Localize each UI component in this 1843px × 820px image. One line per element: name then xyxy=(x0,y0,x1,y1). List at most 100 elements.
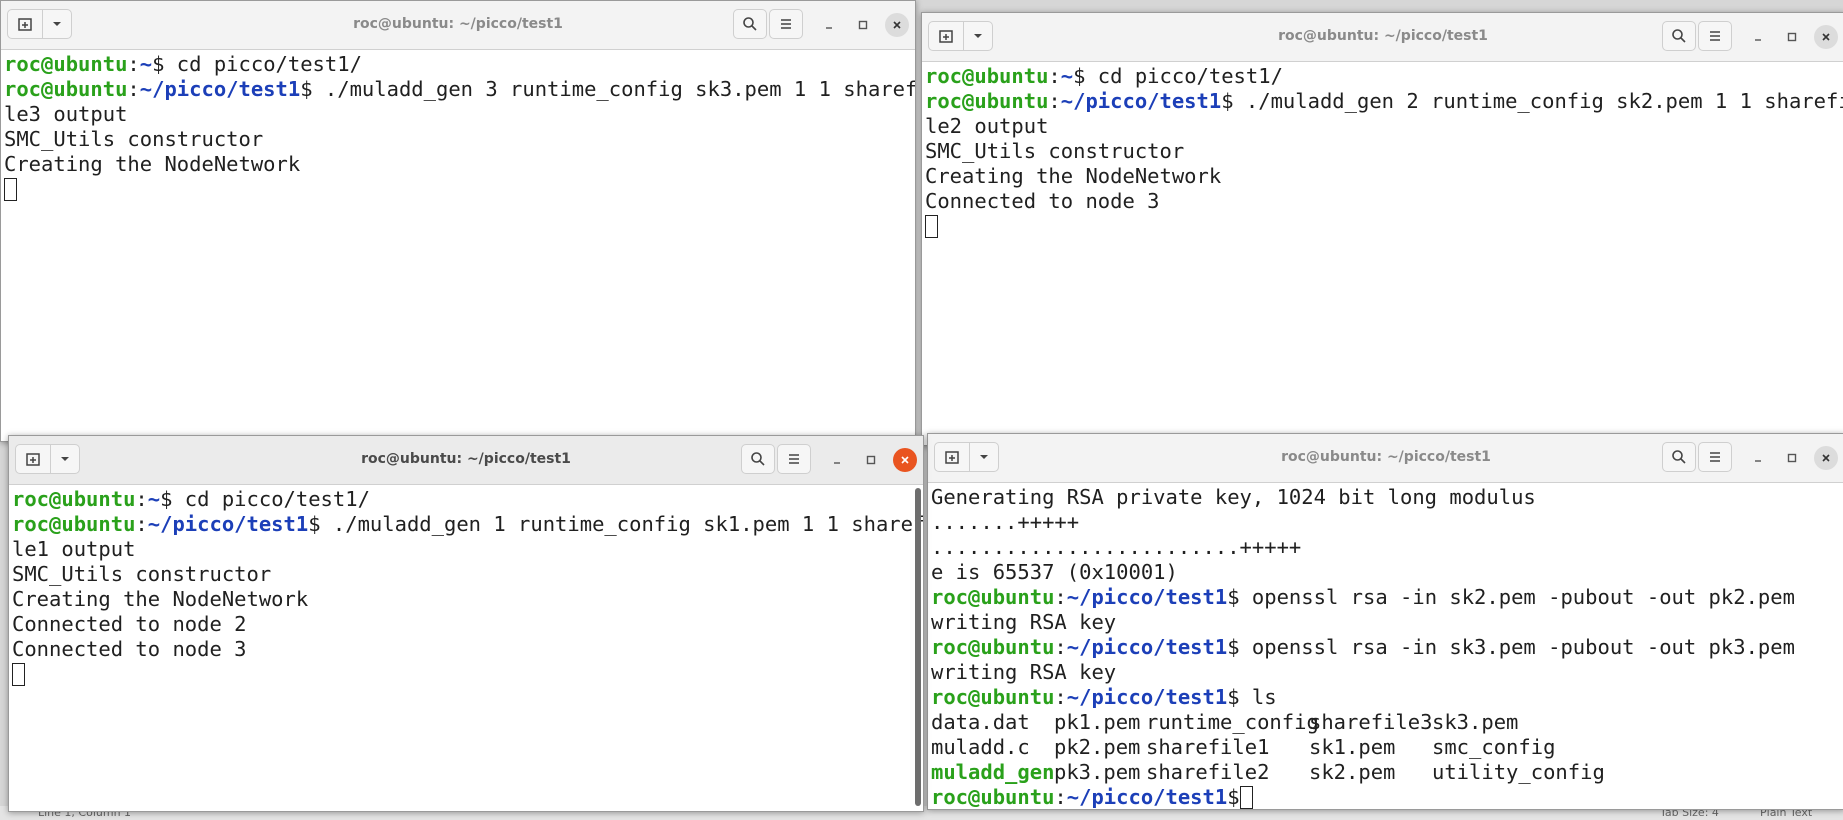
prompt-line: roc@ubuntu:~$ cd picco/test1/ xyxy=(12,487,920,512)
prompt-dollar: $ xyxy=(300,77,313,101)
output-line: .......+++++ xyxy=(931,510,1080,534)
prompt-colon: : xyxy=(1054,685,1067,709)
maximize-icon[interactable] xyxy=(851,13,875,37)
terminal-output[interactable]: roc@ubuntu:~$ cd picco/test1/roc@ubuntu:… xyxy=(1,50,915,441)
search-icon[interactable] xyxy=(1662,442,1696,472)
search-icon[interactable] xyxy=(1662,21,1696,51)
output-line: e is 65537 (0x10001) xyxy=(931,560,1178,584)
hamburger-menu-icon[interactable] xyxy=(1698,442,1732,472)
prompt-user: roc@ubuntu xyxy=(12,487,136,511)
maximize-icon[interactable] xyxy=(1780,25,1804,49)
minimize-icon[interactable] xyxy=(1746,446,1770,470)
close-icon[interactable] xyxy=(1814,25,1838,49)
prompt-dollar: $ xyxy=(1221,89,1234,113)
prompt-line: roc@ubuntu:~$ cd picco/test1/ xyxy=(4,52,912,77)
cursor-line xyxy=(4,177,912,202)
terminal-window-node2[interactable]: roc@ubuntu: ~/picco/test1 roc@ubuntu:~$ c… xyxy=(921,12,1843,446)
minimize-icon[interactable] xyxy=(1746,25,1770,49)
file-name: muladd_gen xyxy=(931,760,1055,784)
prompt-dollar: $ xyxy=(1227,585,1240,609)
text-cursor xyxy=(4,178,17,201)
prompt-dollar: $ xyxy=(1227,635,1240,659)
search-icon[interactable] xyxy=(741,444,775,474)
prompt-colon: : xyxy=(135,512,148,536)
output-line: le1 output xyxy=(12,537,136,561)
terminal-window-node3[interactable]: roc@ubuntu: ~/picco/test1 roc@ubuntu:~$ c… xyxy=(0,0,916,442)
prompt-path: ~/picco/test1 xyxy=(139,77,301,101)
terminal-output[interactable]: Generating RSA private key, 1024 bit lon… xyxy=(928,483,1843,809)
output-line: Creating the NodeNetwork xyxy=(925,164,1222,188)
prompt-colon: : xyxy=(1054,785,1067,809)
hamburger-menu-icon[interactable] xyxy=(769,9,803,39)
prompt-dollar: $ xyxy=(160,487,173,511)
output-line: Generating RSA private key, 1024 bit lon… xyxy=(931,485,1536,509)
command-text: openssl rsa -in sk2.pem -pubout -out pk2… xyxy=(1239,585,1795,609)
maximize-icon[interactable] xyxy=(859,448,883,472)
prompt-line: roc@ubuntu:~/picco/test1$ ls xyxy=(931,685,1841,710)
close-icon[interactable] xyxy=(1814,446,1838,470)
terminal-output[interactable]: roc@ubuntu:~$ cd picco/test1/roc@ubuntu:… xyxy=(922,62,1843,445)
file-name: smc_config xyxy=(1432,735,1556,759)
command-text: cd picco/test1/ xyxy=(164,52,362,76)
file-name: sk1.pem xyxy=(1309,735,1396,759)
prompt-path: ~/picco/test1 xyxy=(1066,785,1228,809)
command-text: cd picco/test1/ xyxy=(172,487,370,511)
output-line: Connected to node 2 xyxy=(12,612,247,636)
output-line: le2 output xyxy=(925,114,1049,138)
hamburger-menu-icon[interactable] xyxy=(777,444,811,474)
search-icon[interactable] xyxy=(733,9,767,39)
file-name: runtime_config xyxy=(1146,710,1319,734)
hamburger-menu-icon[interactable] xyxy=(1698,21,1732,51)
output-line: .........................+++++ xyxy=(931,535,1302,559)
text-cursor xyxy=(925,215,938,238)
prompt-user: roc@ubuntu xyxy=(925,64,1049,88)
command-text: ./muladd_gen 2 runtime_config sk2.pem 1 … xyxy=(1233,89,1843,113)
titlebar[interactable]: roc@ubuntu: ~/picco/test1 xyxy=(1,1,915,50)
scrollbar[interactable] xyxy=(915,488,921,806)
output-line: Connected to node 3 xyxy=(925,189,1160,213)
prompt-user: roc@ubuntu xyxy=(931,785,1055,809)
file-name: sharefile1 xyxy=(1146,735,1270,759)
file-name: sk2.pem xyxy=(1309,760,1396,784)
file-name: utility_config xyxy=(1432,760,1605,784)
ls-row: data.dat pk1.pem runtime_configsharefile3s… xyxy=(931,710,1841,735)
titlebar[interactable]: roc@ubuntu: ~/picco/test1 xyxy=(9,436,923,485)
prompt-line: roc@ubuntu:~/picco/test1$ ./muladd_gen 2… xyxy=(925,89,1843,114)
prompt-user: roc@ubuntu xyxy=(4,52,128,76)
close-icon[interactable] xyxy=(893,448,917,472)
prompt-path: ~/picco/test1 xyxy=(1066,685,1228,709)
prompt-path: ~ xyxy=(139,52,153,76)
file-name: pk3.pem xyxy=(1054,760,1141,784)
prompt-path: ~/picco/test1 xyxy=(1066,635,1228,659)
prompt-dollar: $ xyxy=(152,52,165,76)
file-name: sharefile3 xyxy=(1309,710,1433,734)
command-text: cd picco/test1/ xyxy=(1085,64,1283,88)
terminal-window-keys[interactable]: roc@ubuntu: ~/picco/test1 Generating RSA … xyxy=(927,433,1843,810)
output-line: SMC_Utils constructor xyxy=(12,562,272,586)
terminal-output[interactable]: roc@ubuntu:~$ cd picco/test1/roc@ubuntu:… xyxy=(9,485,923,811)
titlebar[interactable]: roc@ubuntu: ~/picco/test1 xyxy=(928,434,1843,483)
prompt-path: ~/picco/test1 xyxy=(147,512,309,536)
prompt-dollar: $ xyxy=(1227,685,1240,709)
prompt-user: roc@ubuntu xyxy=(931,685,1055,709)
output-line: writing RSA key xyxy=(931,660,1117,684)
minimize-icon[interactable] xyxy=(817,13,841,37)
output-line: le3 output xyxy=(4,102,128,126)
maximize-icon[interactable] xyxy=(1780,446,1804,470)
file-name: data.dat xyxy=(931,710,1030,734)
minimize-icon[interactable] xyxy=(825,448,849,472)
prompt-line: roc@ubuntu:~/picco/test1$ ./muladd_gen 1… xyxy=(12,512,923,537)
prompt-user: roc@ubuntu xyxy=(12,512,136,536)
output-line: writing RSA key xyxy=(931,610,1117,634)
terminal-window-node1[interactable]: roc@ubuntu: ~/picco/test1 roc@ubuntu:~$ c… xyxy=(8,435,924,812)
titlebar[interactable]: roc@ubuntu: ~/picco/test1 xyxy=(922,13,1843,62)
prompt-colon: : xyxy=(1048,64,1061,88)
output-line: Connected to node 3 xyxy=(12,637,247,661)
prompt-colon: : xyxy=(127,77,140,101)
prompt-colon: : xyxy=(1054,585,1067,609)
command-text: ./muladd_gen 3 runtime_config sk3.pem 1 … xyxy=(312,77,915,101)
prompt-path: ~/picco/test1 xyxy=(1066,585,1228,609)
ls-row: muladd_genpk3.pem sharefile2 sk2.pem utilit… xyxy=(931,760,1841,785)
close-icon[interactable] xyxy=(885,13,909,37)
command-text: openssl rsa -in sk3.pem -pubout -out pk3… xyxy=(1239,635,1795,659)
